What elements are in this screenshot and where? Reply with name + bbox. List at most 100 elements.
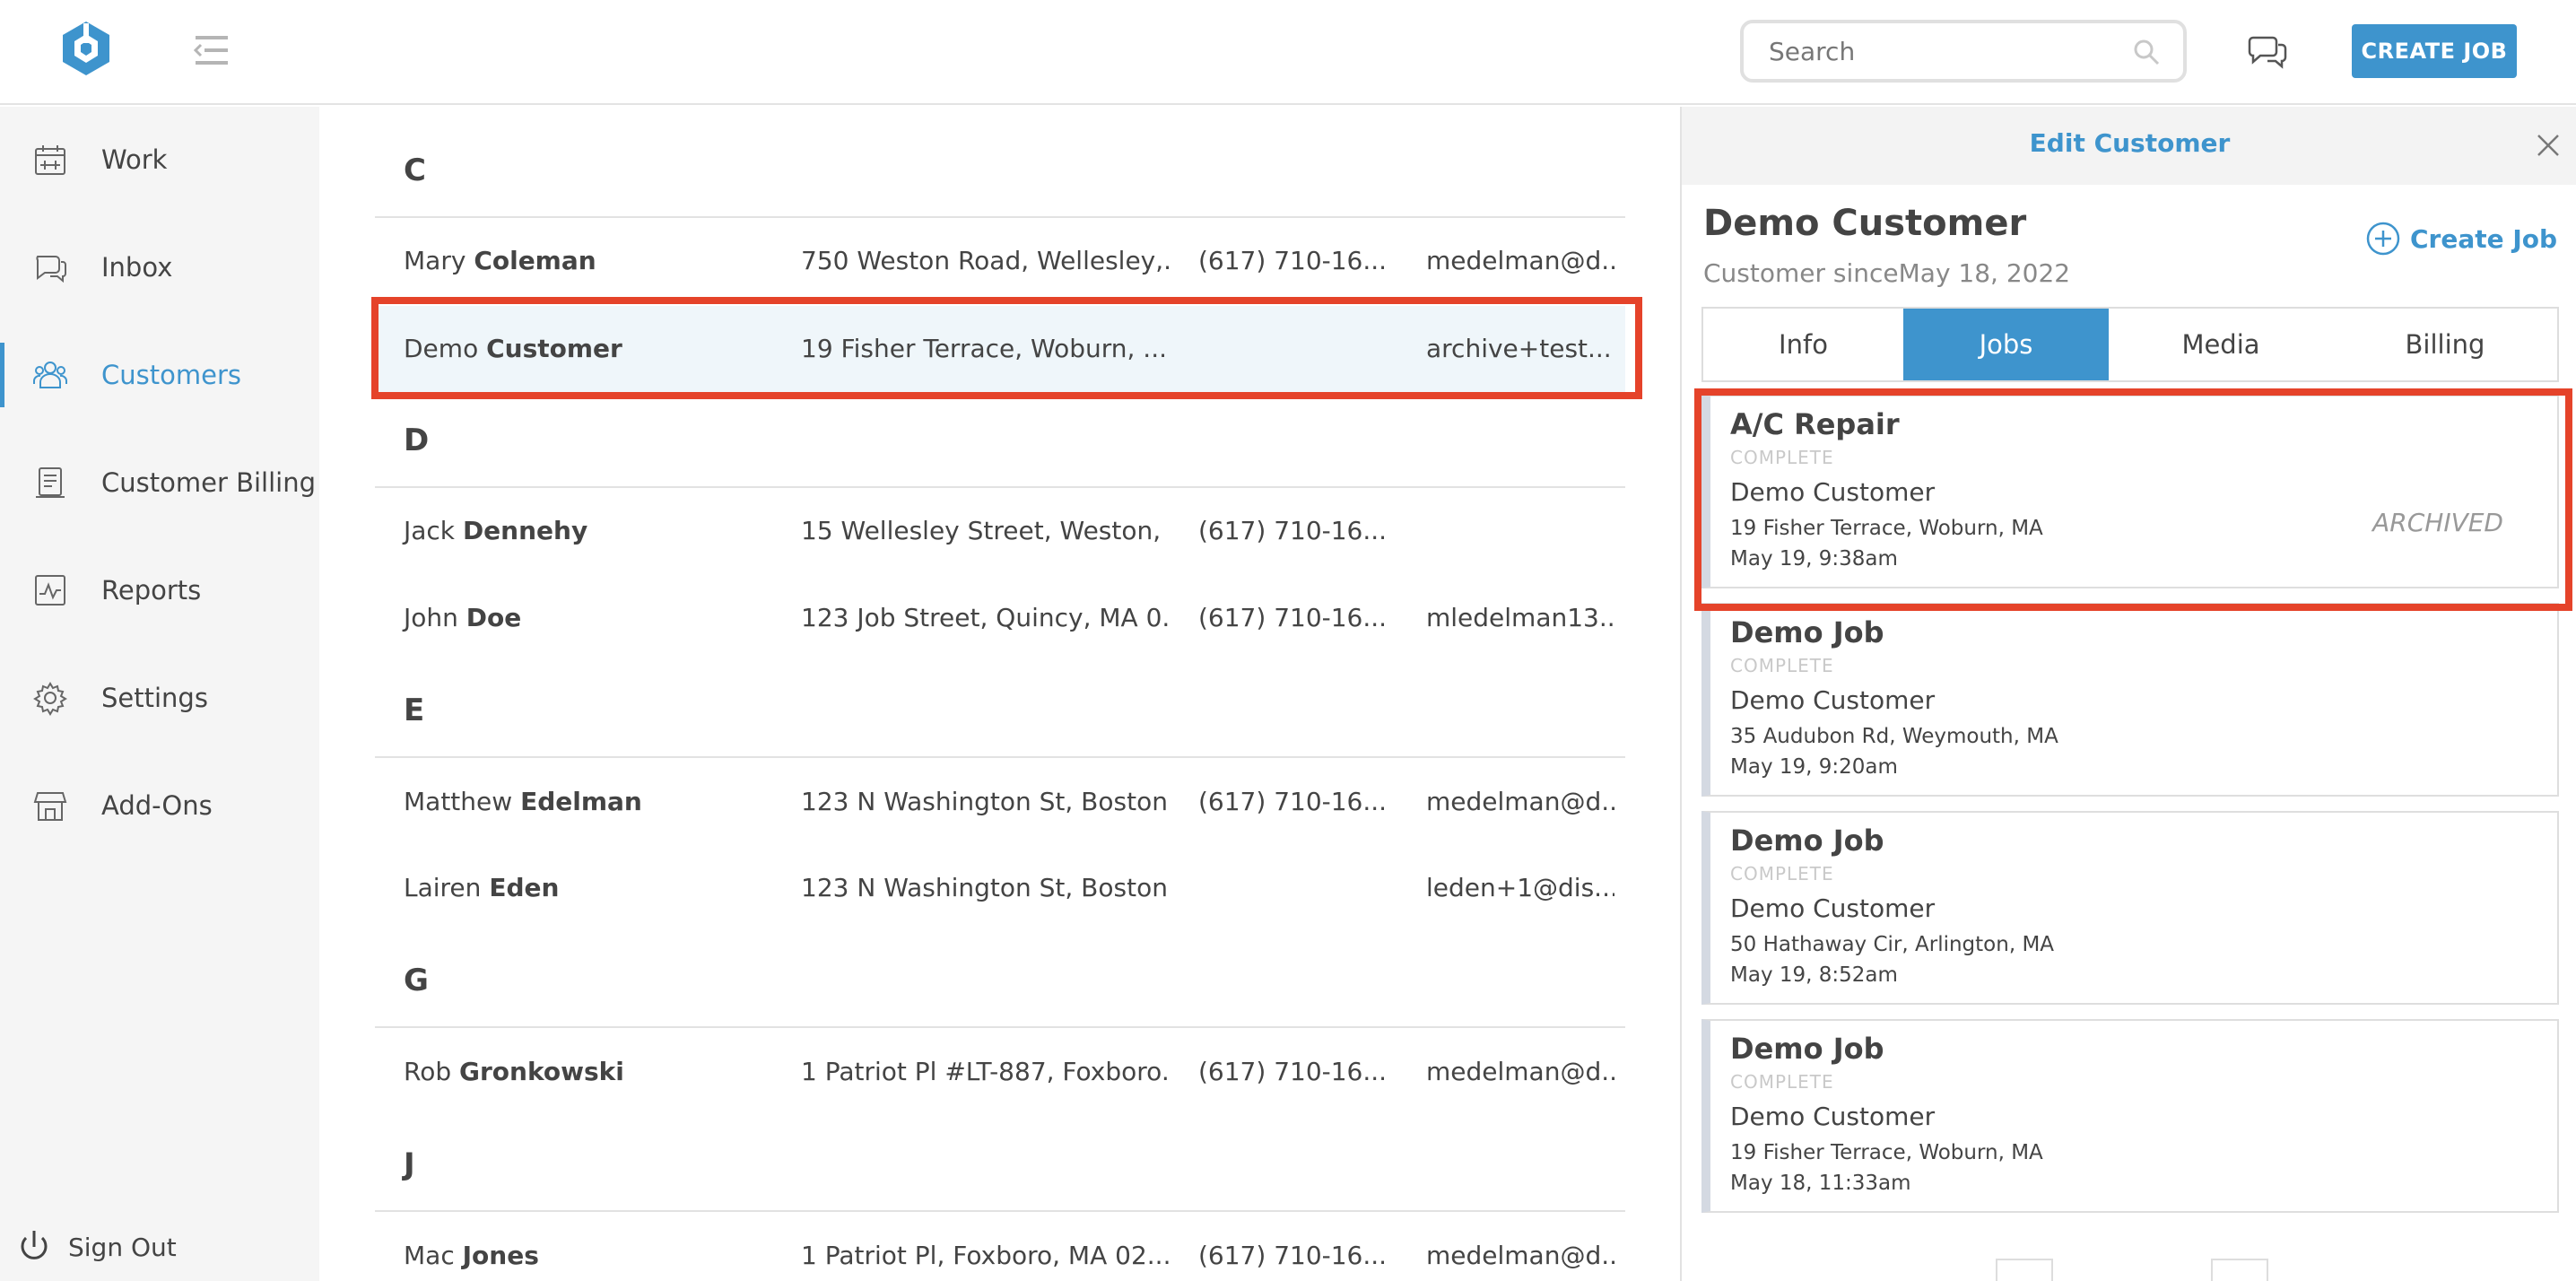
customer-row[interactable]: John Doe 123 Job Street, Quincy, MA 0...… [375, 575, 1625, 661]
job-time: May 19, 9:20am [1730, 755, 1898, 779]
tab-billing[interactable]: Billing [2333, 309, 2557, 380]
sidebar-item-inbox[interactable]: Inbox [0, 231, 319, 303]
job-time: May 19, 9:38am [1730, 547, 1898, 571]
job-address: 19 Fisher Terrace, Woburn, MA [1730, 517, 2043, 540]
sidebar-item-label: Add-Ons [101, 790, 213, 821]
chart-icon [32, 572, 68, 608]
job-title: Demo Job [1730, 615, 1884, 649]
customer-list: C Mary Coleman 750 Weston Road, Wellesle… [375, 107, 1625, 1281]
job-status: COMPLETE [1730, 1071, 1834, 1093]
power-icon [14, 1227, 54, 1267]
job-address: 35 Audubon Rd, Weymouth, MA [1730, 725, 2058, 748]
sidebar-item-reports[interactable]: Reports [0, 554, 319, 626]
job-status: COMPLETE [1730, 447, 1834, 468]
store-icon [32, 788, 68, 824]
sidebar-item-customers[interactable]: Customers [0, 339, 319, 411]
sidebar: Work Inbox Customers Customer Billing Re… [0, 107, 319, 1281]
divider [375, 1210, 1625, 1212]
customer-address: 1 Patriot Pl, Foxboro, MA 02... [801, 1241, 1169, 1270]
customer-title: Demo Customer [1703, 203, 2027, 244]
customer-phone: (617) 710-16... [1198, 603, 1388, 632]
tab-info[interactable]: Info [1703, 309, 1903, 380]
section-letter: G [404, 963, 429, 998]
customer-since: Customer sinceMay 18, 2022 [1703, 258, 2071, 288]
customer-email: medelman@d... [1426, 1241, 1614, 1270]
sidebar-item-add-ons[interactable]: Add-Ons [0, 770, 319, 841]
sign-out-button[interactable]: Sign Out [0, 1220, 319, 1274]
job-card[interactable]: Demo Job COMPLETE Demo Customer 35 Audub… [1701, 603, 2559, 797]
job-title: Demo Job [1730, 1032, 1884, 1066]
job-card[interactable]: A/C Repair COMPLETE Demo Customer 19 Fis… [1701, 395, 2559, 588]
sidebar-item-label: Work [101, 144, 168, 175]
panel-title: Edit Customer [2029, 128, 2231, 158]
job-time: May 19, 8:52am [1730, 963, 1898, 987]
customer-name: Mary Coleman [404, 246, 596, 275]
customer-email: leden+1@dis... [1426, 873, 1614, 902]
customer-address: 123 N Washington St, Boston... [801, 873, 1169, 902]
section-letter: C [404, 152, 426, 188]
top-bar: CREATE JOB [0, 0, 2576, 105]
search-input[interactable] [1769, 23, 2128, 79]
job-time: May 18, 11:33am [1730, 1172, 1911, 1195]
customer-name: Matthew Edelman [404, 787, 642, 816]
customer-email: medelman@d... [1426, 787, 1614, 816]
customer-row[interactable]: Matthew Edelman 123 N Washington St, Bos… [375, 759, 1625, 845]
tab-jobs[interactable]: Jobs [1903, 309, 2109, 380]
sidebar-item-customer-billing[interactable]: Customer Billing [0, 447, 319, 518]
search-box [1740, 20, 2187, 83]
job-card[interactable]: Demo Job COMPLETE Demo Customer 50 Hatha… [1701, 811, 2559, 1005]
customer-address: 750 Weston Road, Wellesley,... [801, 246, 1169, 275]
gear-icon [32, 680, 68, 716]
create-job-link[interactable]: Create Job [2365, 221, 2557, 257]
search-icon[interactable] [2133, 39, 2160, 65]
customer-name: John Doe [404, 603, 522, 632]
customer-row[interactable]: Mary Coleman 750 Weston Road, Wellesley,… [375, 218, 1625, 304]
customer-name: Demo Customer [404, 334, 622, 363]
create-job-button[interactable]: CREATE JOB [2352, 24, 2517, 78]
divider [375, 1026, 1625, 1028]
create-job-label: Create Job [2410, 223, 2558, 254]
customer-phone: (617) 710-16... [1198, 787, 1388, 816]
customer-address: 15 Wellesley Street, Weston, ... [801, 516, 1169, 545]
job-address: 19 Fisher Terrace, Woburn, MA [1730, 1141, 2043, 1164]
customer-phone: (617) 710-16... [1198, 1057, 1388, 1086]
customer-row[interactable]: Rob Gronkowski 1 Patriot Pl #LT-887, Fox… [375, 1029, 1625, 1115]
calendar-icon [32, 142, 68, 178]
customer-row[interactable]: Lairen Eden 123 N Washington St, Boston.… [375, 845, 1625, 931]
sign-out-label: Sign Out [68, 1233, 177, 1262]
divider [375, 756, 1625, 758]
job-title: A/C Repair [1730, 407, 1900, 441]
section-letter: E [404, 693, 425, 728]
job-customer: Demo Customer [1730, 1102, 1936, 1131]
section-letter: J [404, 1146, 415, 1182]
pager-next-button[interactable] [2211, 1259, 2268, 1281]
customer-row[interactable]: Jack Dennehy 15 Wellesley Street, Weston… [375, 488, 1625, 574]
sidebar-item-label: Settings [101, 683, 208, 713]
job-status: COMPLETE [1730, 863, 1834, 884]
customer-phone: (617) 710-16... [1198, 1241, 1388, 1270]
app-logo-icon[interactable] [59, 20, 113, 77]
sidebar-item-settings[interactable]: Settings [0, 662, 319, 734]
edit-customer-panel: Edit Customer Demo Customer Customer sin… [1680, 107, 2576, 1281]
panel-body: Demo Customer Customer sinceMay 18, 2022… [1682, 185, 2576, 1281]
customer-email: medelman@d... [1426, 1057, 1614, 1086]
plus-circle-icon [2365, 221, 2401, 257]
close-icon[interactable] [2533, 130, 2563, 161]
customer-row[interactable]: Mac Jones 1 Patriot Pl, Foxboro, MA 02..… [375, 1213, 1625, 1281]
pager-prev-button[interactable] [1996, 1259, 2053, 1281]
section-letter: D [404, 423, 430, 458]
tab-media[interactable]: Media [2109, 309, 2333, 380]
customer-address: 123 Job Street, Quincy, MA 0... [801, 603, 1169, 632]
archived-badge: ARCHIVED [2372, 508, 2503, 537]
customer-phone: (617) 710-16... [1198, 246, 1388, 275]
sidebar-item-work[interactable]: Work [0, 124, 319, 196]
customer-row-selected[interactable]: Demo Customer 19 Fisher Terrace, Woburn,… [375, 306, 1625, 392]
job-title: Demo Job [1730, 824, 1884, 858]
job-customer: Demo Customer [1730, 685, 1936, 715]
customer-name: Lairen Eden [404, 873, 560, 902]
sidebar-item-label: Customer Billing [101, 467, 316, 498]
menu-collapse-icon[interactable] [193, 34, 230, 66]
job-address: 50 Hathaway Cir, Arlington, MA [1730, 933, 2055, 956]
job-card[interactable]: Demo Job COMPLETE Demo Customer 19 Fishe… [1701, 1019, 2559, 1213]
messages-icon[interactable] [2248, 32, 2287, 70]
